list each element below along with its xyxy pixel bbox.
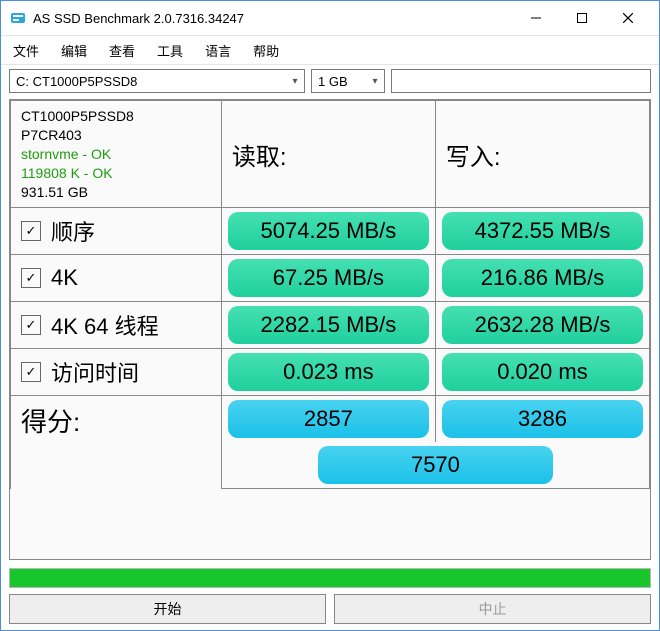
toolbar: C: CT1000P5PSSD8 ▾ 1 GB ▾ [1,65,659,97]
checkbox-4k[interactable]: ✓ [21,268,41,288]
checkbox-access[interactable]: ✓ [21,362,41,382]
drive-info-cell: CT1000P5PSSD8 P7CR403 stornvme - OK 1198… [11,101,222,208]
menu-help[interactable]: 帮助 [253,41,279,60]
menu-view[interactable]: 查看 [109,41,135,60]
progress-area [1,562,659,590]
window-title: AS SSD Benchmark 2.0.7316.34247 [33,11,513,26]
results-panel: CT1000P5PSSD8 P7CR403 stornvme - OK 1198… [9,99,651,560]
drive-firmware: P7CR403 [21,126,211,145]
checkbox-seq[interactable]: ✓ [21,221,41,241]
chevron-down-icon: ▾ [366,70,384,92]
write-header: 写入: [436,101,649,207]
row-access-label: ✓访问时间 [11,349,221,395]
read-header: 读取: [222,101,435,207]
score-read: 2857 [228,400,429,438]
app-window: AS SSD Benchmark 2.0.7316.34247 文件 编辑 查看… [0,0,660,631]
row-seq-label: ✓顺序 [11,208,221,254]
drive-select[interactable]: C: CT1000P5PSSD8 ▾ [9,69,305,93]
score-total: 7570 [318,446,553,484]
menubar: 文件 编辑 查看 工具 语言 帮助 [1,36,659,65]
drive-select-value: C: CT1000P5PSSD8 [10,74,286,89]
access-write-value: 0.020 ms [442,353,643,391]
button-row: 开始 中止 [1,590,659,630]
row-4k64-label: ✓4K 64 线程 [11,302,221,348]
size-select-value: 1 GB [312,74,366,89]
chevron-down-icon: ▾ [286,70,304,92]
start-button[interactable]: 开始 [9,594,326,624]
score-label: 得分: [11,396,221,445]
window-buttons [513,3,651,33]
fourk-write-value: 216.86 MB/s [442,259,643,297]
row-4k-label: ✓4K [11,255,221,301]
fk64-write-value: 2632.28 MB/s [442,306,643,344]
checkbox-4k64[interactable]: ✓ [21,315,41,335]
seq-read-value: 5074.25 MB/s [228,212,429,250]
menu-file[interactable]: 文件 [13,41,39,60]
menu-tools[interactable]: 工具 [157,41,183,60]
read-header-cell: 读取: [221,101,435,208]
score-write: 3286 [442,400,643,438]
drive-alignment-status: 119808 K - OK [21,164,211,183]
drive-driver-status: stornvme - OK [21,145,211,164]
size-select[interactable]: 1 GB ▾ [311,69,385,93]
minimize-button[interactable] [513,3,559,33]
seq-write-value: 4372.55 MB/s [442,212,643,250]
progress-fill [10,569,650,587]
write-header-cell: 写入: [435,101,649,208]
progress-bar [9,568,651,588]
stop-button[interactable]: 中止 [334,594,651,624]
menu-language[interactable]: 语言 [205,41,231,60]
app-icon [9,9,27,27]
drive-model: CT1000P5PSSD8 [21,107,211,126]
panel-spacer [10,489,650,559]
menu-edit[interactable]: 编辑 [61,41,87,60]
text-field[interactable] [391,69,651,93]
titlebar: AS SSD Benchmark 2.0.7316.34247 [1,1,659,36]
close-button[interactable] [605,3,651,33]
maximize-button[interactable] [559,3,605,33]
results-table: CT1000P5PSSD8 P7CR403 stornvme - OK 1198… [10,100,650,489]
fk64-read-value: 2282.15 MB/s [228,306,429,344]
access-read-value: 0.023 ms [228,353,429,391]
fourk-read-value: 67.25 MB/s [228,259,429,297]
drive-capacity: 931.51 GB [21,183,211,202]
